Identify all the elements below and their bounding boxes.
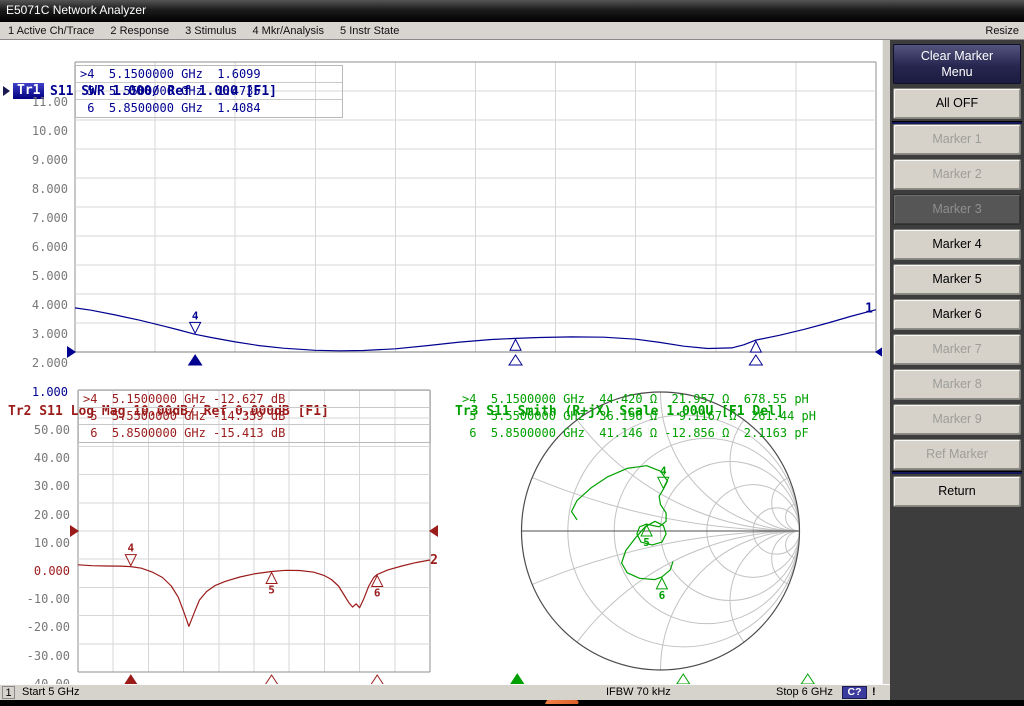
y-tick-label: -10.00	[12, 592, 70, 606]
softkey-group-separator	[892, 471, 1022, 474]
y-tick-label: 40.00	[12, 451, 70, 465]
softkey-menu-title: Clear Marker Menu	[893, 44, 1021, 84]
window-bottom-edge	[0, 700, 1024, 706]
y-tick-label: 2.000	[14, 356, 68, 370]
menu-item-mkr-analysis[interactable]: 4 Mkr/Analysis	[244, 25, 332, 37]
y-tick-label: 8.000	[14, 182, 68, 196]
y-tick-label: 10.00	[14, 124, 68, 138]
svg-text:5: 5	[643, 536, 650, 549]
y-tick-label: 5.000	[14, 269, 68, 283]
y-tick-label: 3.000	[14, 327, 68, 341]
menu-bar: 1 Active Ch/Trace 2 Response 3 Stimulus …	[0, 22, 1024, 40]
y-tick-label: 50.00	[12, 423, 70, 437]
menu-item-response[interactable]: 2 Response	[102, 25, 177, 37]
svg-text:4: 4	[127, 542, 134, 555]
menu-item-active-ch-trace[interactable]: 1 Active Ch/Trace	[0, 25, 102, 37]
y-tick-label: 7.000	[14, 211, 68, 225]
svg-text:6: 6	[374, 586, 381, 599]
softkey-scroll-strip	[882, 40, 890, 684]
display-area: 41 4562 456 Tr1 S11 SWR 1.000/ Ref 1.000…	[0, 40, 882, 684]
softkey-marker-1[interactable]: Marker 1	[893, 124, 1021, 155]
marker-readout-row: 5 5.5500000 GHz 36.196 Ω 9.1167 Ω 261.44…	[458, 408, 816, 425]
tr1-marker-readout: >4 5.1500000 GHz 1.6099 5 5.5500000 GHz …	[75, 65, 343, 118]
softkey-marker-3[interactable]: Marker 3	[893, 194, 1021, 225]
y-tick-label: 11.00	[14, 95, 68, 109]
y-tick-label: 4.000	[14, 298, 68, 312]
marker-readout-row: >4 5.1500000 GHz 1.6099	[76, 66, 342, 83]
softkey-marker-6[interactable]: Marker 6	[893, 299, 1021, 330]
plots-canvas: 4 1 4 5 6 2 4 5 6	[0, 40, 882, 684]
active-trace-arrow-icon	[3, 86, 10, 96]
y-tick-label: 20.00	[12, 508, 70, 522]
softkey-marker-5[interactable]: Marker 5	[893, 264, 1021, 295]
marker-readout-row: 5 5.5500000 GHz -14.359 dB	[79, 408, 430, 425]
svg-text:4: 4	[660, 464, 667, 477]
softkey-marker-9[interactable]: Marker 9	[893, 404, 1021, 435]
svg-text:1: 1	[865, 302, 873, 317]
y-tick-label: 0.000	[12, 564, 70, 578]
softkey-marker-2[interactable]: Marker 2	[893, 159, 1021, 190]
svg-text:4: 4	[192, 309, 199, 322]
y-tick-label: 10.00	[12, 536, 70, 550]
status-bar: 1 Start 5 GHz IFBW 70 kHz Stop 6 GHz C? …	[0, 684, 890, 700]
channel-indicator: 1	[2, 686, 15, 699]
y-tick-label: 6.000	[14, 240, 68, 254]
start-frequency: Start 5 GHz	[22, 685, 79, 700]
alert-indicator: !	[872, 685, 876, 700]
softkey-all-off[interactable]: All OFF	[893, 88, 1021, 119]
marker-readout-row: >4 5.1500000 GHz 44.420 Ω 21.957 Ω 678.5…	[458, 391, 816, 408]
svg-text:2: 2	[430, 553, 438, 568]
y-tick-label: -30.00	[12, 649, 70, 663]
marker-readout-row: 5 5.5500000 GHz 1.4735	[76, 83, 342, 100]
tr3-marker-readout: >4 5.1500000 GHz 44.420 Ω 21.957 Ω 678.5…	[458, 391, 816, 442]
svg-text:5: 5	[268, 583, 275, 596]
softkey-marker-7[interactable]: Marker 7	[893, 334, 1021, 365]
y-tick-label: 9.000	[14, 153, 68, 167]
softkey-marker-4[interactable]: Marker 4	[893, 229, 1021, 260]
softkey-marker-8[interactable]: Marker 8	[893, 369, 1021, 400]
y-tick-label: 1.000	[14, 385, 68, 399]
softkey-return[interactable]: Return	[893, 476, 1021, 507]
softkey-group-separator	[892, 121, 1022, 124]
softkey-menu-title-line2: Menu	[894, 64, 1020, 80]
status-bar-dark-filler	[890, 684, 1024, 700]
marker-readout-row: 6 5.8500000 GHz -15.413 dB	[79, 425, 430, 442]
ifbw-indicator: IFBW 70 kHz	[606, 685, 671, 700]
marker-readout-row: 6 5.8500000 GHz 41.146 Ω -12.856 Ω 2.116…	[458, 425, 816, 442]
softkey-ref-marker[interactable]: Ref Marker	[893, 439, 1021, 470]
marker-readout-row: 6 5.8500000 GHz 1.4084	[76, 100, 342, 117]
instrument-screen: E5071C Network Analyzer 1 Active Ch/Trac…	[0, 0, 1024, 706]
y-tick-label: 30.00	[12, 479, 70, 493]
correction-badge: C?	[842, 686, 867, 699]
y-tick-label: -20.00	[12, 620, 70, 634]
window-titlebar[interactable]: E5071C Network Analyzer	[0, 0, 1024, 22]
taskbar-peek-accent	[545, 700, 580, 704]
window-title: E5071C Network Analyzer	[6, 3, 146, 17]
menu-item-resize[interactable]: Resize	[985, 23, 1019, 39]
stop-frequency: Stop 6 GHz	[776, 685, 833, 700]
menu-item-stimulus[interactable]: 3 Stimulus	[177, 25, 244, 37]
softkey-menu: Clear Marker Menu All OFF Marker 1 Marker …	[890, 40, 1024, 700]
tr2-marker-readout: >4 5.1500000 GHz -12.627 dB 5 5.5500000 …	[78, 390, 431, 443]
menu-item-instr-state[interactable]: 5 Instr State	[332, 25, 407, 37]
marker-readout-row: >4 5.1500000 GHz -12.627 dB	[79, 391, 430, 408]
svg-text:6: 6	[659, 589, 666, 602]
softkey-menu-title-line1: Clear Marker	[894, 48, 1020, 64]
